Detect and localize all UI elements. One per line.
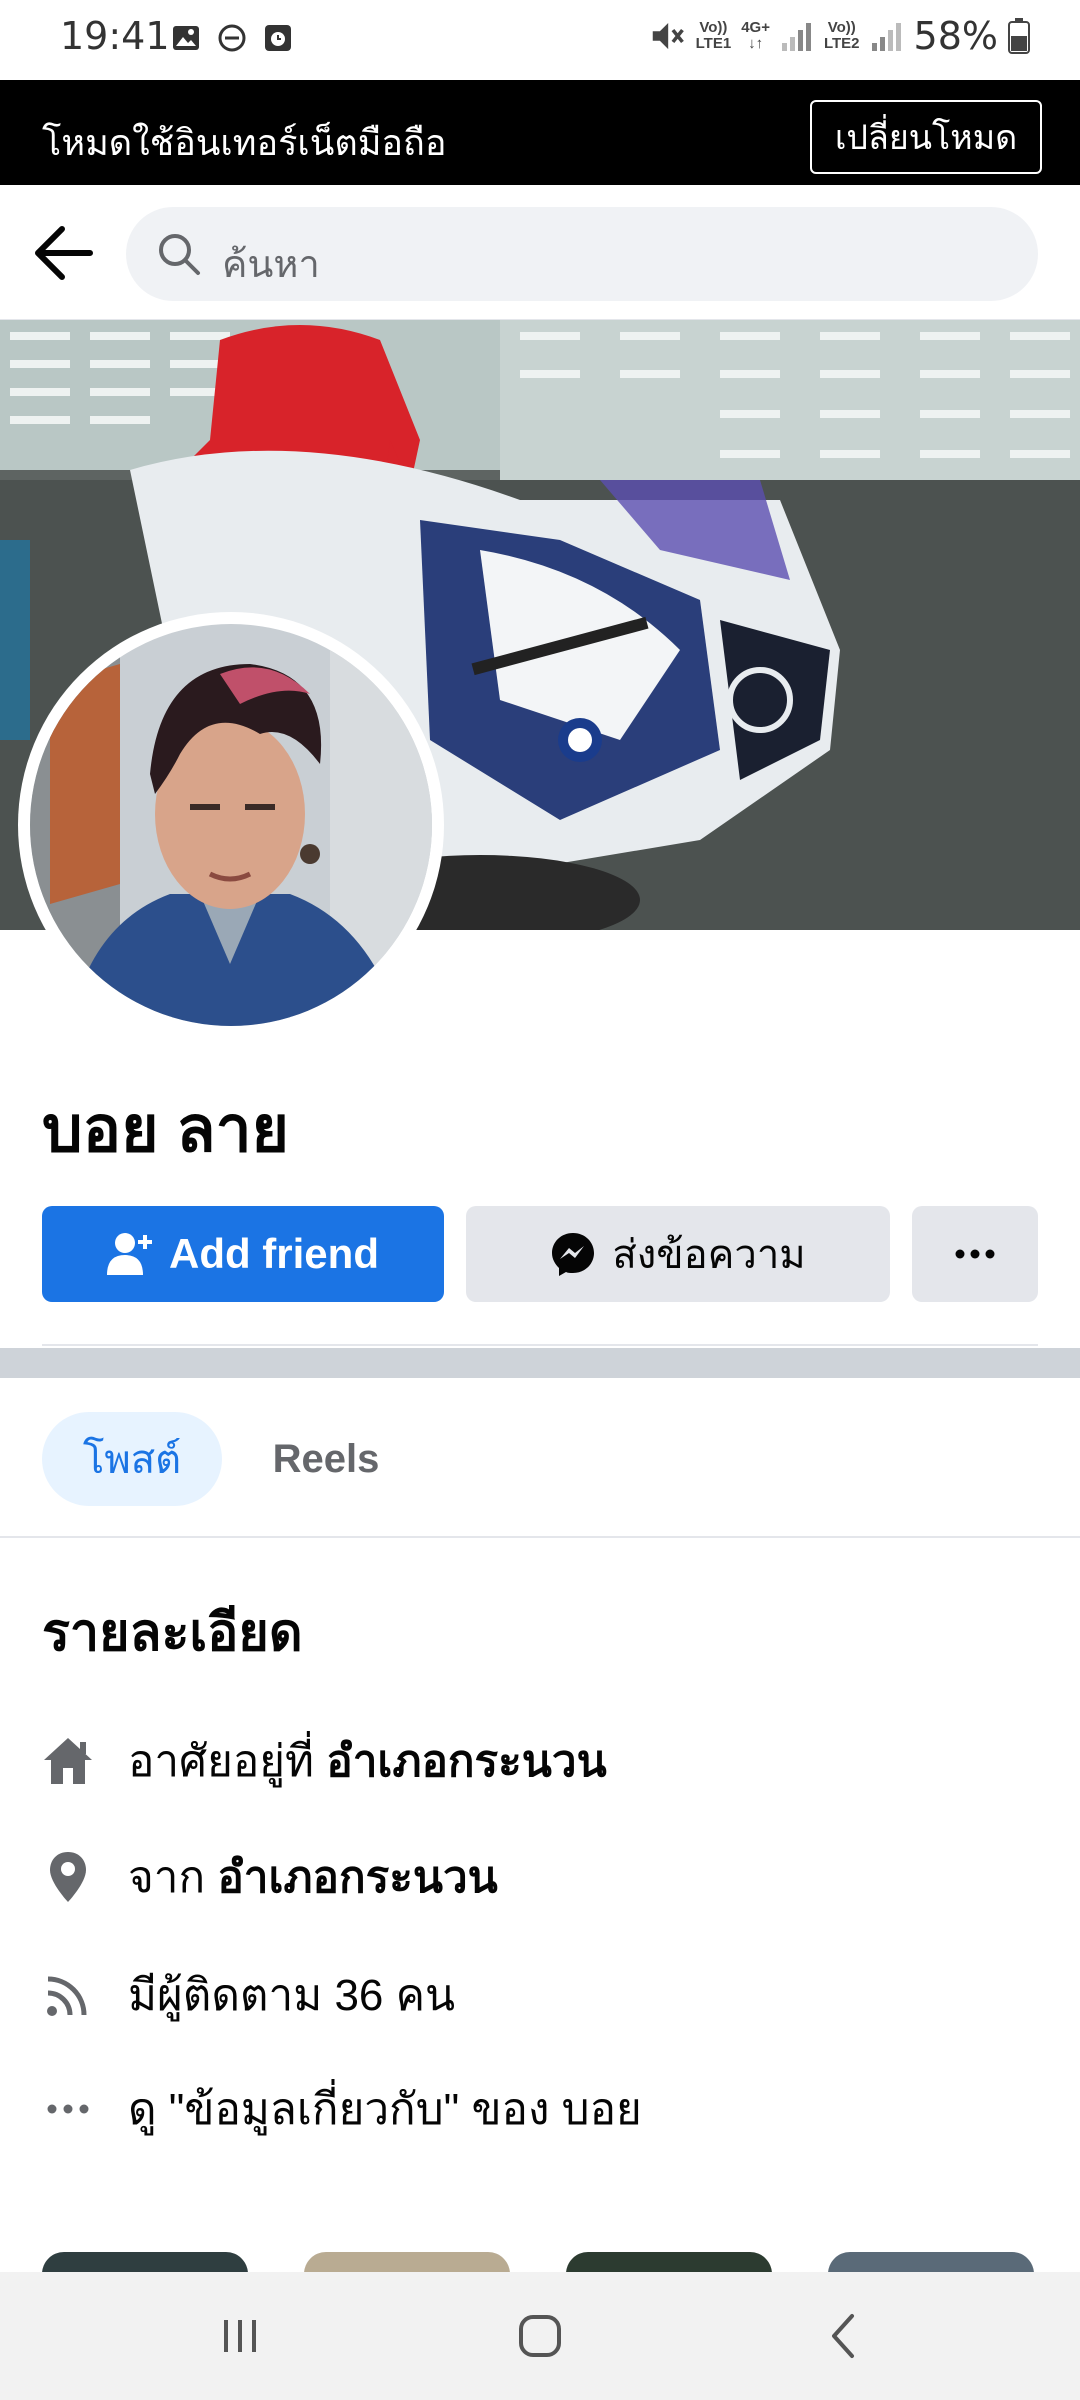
recent-apps-icon[interactable] bbox=[210, 2306, 270, 2366]
back-arrow-icon[interactable] bbox=[30, 223, 96, 283]
system-navigation-bar bbox=[0, 2272, 1080, 2400]
data-mode-banner: โหมดใช้อินเทอร์เน็ตมือถือ เปลี่ยนโหมด bbox=[0, 80, 1080, 185]
rss-followers-icon bbox=[47, 1976, 87, 2016]
lives-in-text: อาศัยอยู่ที่ อำเภอกระนวน bbox=[128, 1737, 607, 1786]
detail-from: จาก อำเภอกระนวน bbox=[42, 1842, 1042, 1912]
detail-followers: มีผู้ติดตาม 36 คน bbox=[42, 1960, 1042, 2030]
tab-reels[interactable]: Reels bbox=[256, 1412, 396, 1506]
lives-in-value: อำเภอกระนวน bbox=[326, 1737, 607, 1786]
featured-photo[interactable] bbox=[42, 2252, 248, 2272]
featured-photos-strip bbox=[0, 2252, 1080, 2272]
featured-photo[interactable] bbox=[828, 2252, 1034, 2272]
signal-icon bbox=[781, 23, 811, 51]
search-header: ค้นหา bbox=[0, 185, 1080, 320]
about-link-text[interactable]: ดู "ข้อมูลเกี่ยวกับ" ของ บอย bbox=[128, 2074, 642, 2144]
add-friend-button[interactable]: Add friend bbox=[42, 1206, 444, 1302]
section-divider bbox=[0, 1348, 1080, 1378]
search-icon bbox=[159, 234, 200, 275]
search-placeholder: ค้นหา bbox=[222, 244, 320, 286]
sim2-label: Vo)) LTE2 bbox=[823, 19, 860, 52]
status-notification-icons bbox=[170, 22, 294, 54]
status-system-icons: Vo)) LTE1 4G+ ↓↑ Vo)) LTE2 58% bbox=[648, 14, 1030, 58]
home-button-icon[interactable] bbox=[510, 2306, 570, 2366]
detail-lives-in: อาศัยอยู่ที่ อำเภอกระนวน bbox=[42, 1726, 1042, 1796]
details-title: รายละเอียด bbox=[42, 1604, 303, 1662]
divider bbox=[42, 1344, 1038, 1346]
battery-percent: 58% bbox=[913, 14, 998, 58]
send-message-button[interactable]: ส่งข้อความ bbox=[466, 1206, 890, 1302]
detail-about-link[interactable]: ดู "ข้อมูลเกี่ยวกับ" ของ บอย bbox=[42, 2074, 1042, 2144]
signal-icon bbox=[871, 23, 901, 51]
send-message-label: ส่งข้อความ bbox=[612, 1233, 806, 1277]
data-mode-text: โหมดใช้อินเทอร์เน็ตมือถือ bbox=[42, 122, 447, 163]
status-bar: 19:41 Vo)) LTE1 4G+ ↓↑ Vo)) LTE2 58% bbox=[0, 0, 1080, 80]
battery-icon bbox=[1008, 18, 1030, 54]
status-time: 19:41 bbox=[60, 14, 170, 58]
from-value: อำเภอกระนวน bbox=[217, 1853, 498, 1902]
switch-mode-button[interactable]: เปลี่ยนโหมด bbox=[810, 100, 1042, 174]
gallery-icon bbox=[173, 26, 199, 50]
sim1-label: Vo)) LTE1 bbox=[695, 19, 732, 52]
profile-tabs: โพสต์ Reels bbox=[0, 1378, 1080, 1538]
profile-name: บอย ลาย bbox=[42, 1093, 289, 1165]
profile-picture[interactable] bbox=[18, 612, 444, 1038]
more-options-button[interactable] bbox=[912, 1206, 1038, 1302]
from-text: จาก อำเภอกระนวน bbox=[128, 1853, 498, 1902]
network-type-label: 4G+ ↓↑ bbox=[741, 19, 770, 52]
featured-photo[interactable] bbox=[566, 2252, 772, 2272]
profile-picture-image bbox=[30, 624, 432, 1026]
back-nav-icon[interactable] bbox=[814, 2306, 874, 2366]
add-friend-icon bbox=[107, 1233, 152, 1275]
alarm-icon bbox=[265, 25, 291, 51]
home-icon bbox=[44, 1738, 92, 1784]
search-input[interactable]: ค้นหา bbox=[126, 207, 1038, 301]
tab-posts[interactable]: โพสต์ bbox=[42, 1412, 222, 1506]
more-dots-icon bbox=[47, 2104, 89, 2114]
mute-icon bbox=[652, 22, 684, 50]
messenger-icon bbox=[552, 1233, 595, 1276]
add-friend-label: Add friend bbox=[169, 1230, 379, 1277]
followers-text: มีผู้ติดตาม 36 คน bbox=[128, 1971, 456, 2020]
location-pin-icon bbox=[50, 1852, 86, 1902]
more-dots-icon bbox=[955, 1249, 995, 1259]
do-not-disturb-icon bbox=[218, 24, 246, 52]
featured-photo[interactable] bbox=[304, 2252, 510, 2272]
